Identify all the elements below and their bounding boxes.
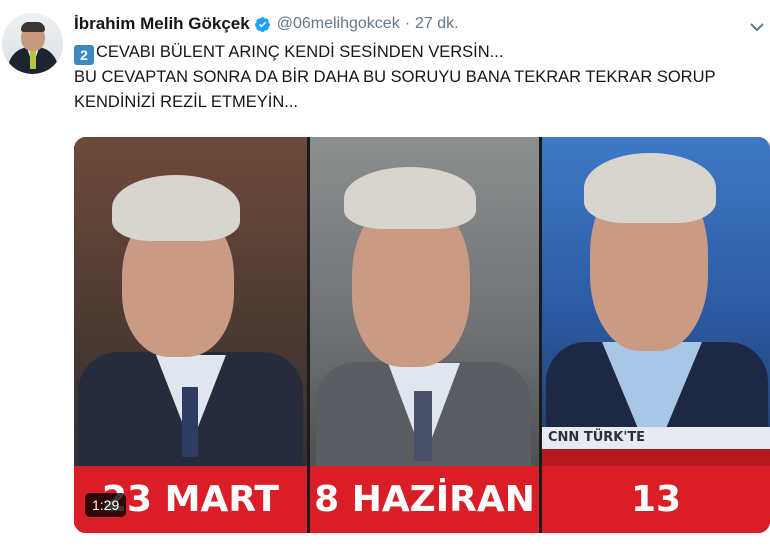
- verified-badge-icon: [254, 16, 270, 32]
- video-duration-badge: 1:29: [85, 493, 127, 517]
- tweet-text: 2 CEVABI BÜLENT ARINÇ KENDİ SESİNDEN VERS…: [74, 40, 766, 115]
- author-name[interactable]: İbrahim Melih Gökçek: [74, 14, 250, 34]
- header-separator: ·: [404, 15, 411, 32]
- tweet-timestamp[interactable]: 27 dk.: [415, 15, 459, 33]
- keycap-2-icon: 2: [74, 45, 94, 65]
- video-player[interactable]: CNN TÜRK'TE 23 MART 8 HAZİRAN 13 HAZİRAN…: [74, 137, 770, 533]
- tweet-header: İbrahim Melih Gökçek @06melihgokcek · 27…: [74, 13, 459, 35]
- caption-date-2: 8 HAZİRAN: [310, 466, 539, 533]
- tweet-text-line-3: KENDİNİZİ REZİL ETMEYİN...: [74, 93, 298, 111]
- channel-banner: CNN TÜRK'TE: [542, 427, 770, 449]
- channel-ticker: [542, 449, 770, 466]
- avatar[interactable]: [2, 13, 63, 74]
- author-handle[interactable]: @06melihgokcek: [277, 15, 400, 33]
- channel-label: CNN TÜRK'TE: [548, 430, 646, 445]
- caption-date-3: 13 HAZİRAN: [542, 466, 770, 533]
- tweet-line-1-text: CEVABI BÜLENT ARINÇ KENDİ SESİNDEN VERSİ…: [96, 43, 504, 61]
- chevron-down-icon[interactable]: [750, 22, 764, 32]
- tweet-text-line-1: 2 CEVABI BÜLENT ARINÇ KENDİ SESİNDEN VERS…: [74, 40, 766, 65]
- tweet-text-line-2: BU CEVAPTAN SONRA DA BİR DAHA BU SORUYU …: [74, 68, 716, 86]
- tweet: İbrahim Melih Gökçek @06melihgokcek · 27…: [0, 0, 770, 546]
